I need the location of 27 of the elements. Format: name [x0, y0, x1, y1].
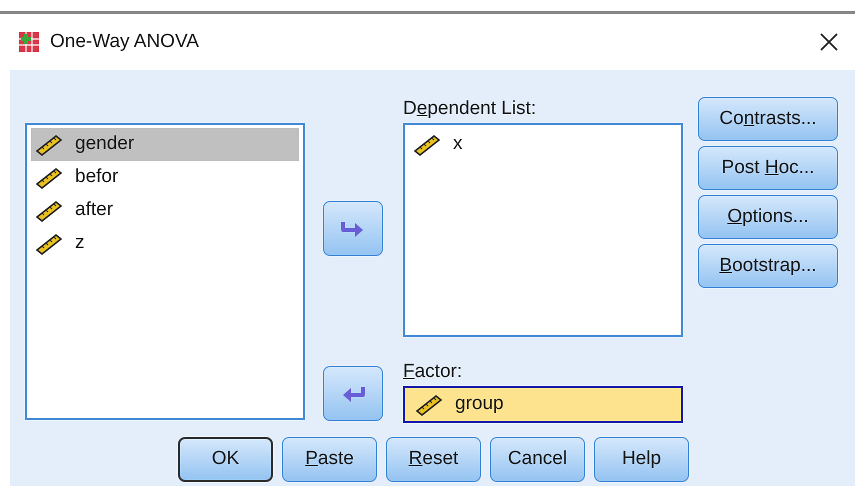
move-left-button[interactable] [323, 366, 383, 421]
dialog-button[interactable]: Help [594, 437, 689, 482]
variable-item[interactable]: befor [31, 161, 299, 194]
field-label: Factor: [403, 360, 464, 384]
variable-item[interactable]: gender [31, 128, 299, 161]
window-title: One-Way ANOVA [50, 30, 199, 54]
ruler-icon [35, 166, 63, 188]
dialog-button[interactable]: Paste [282, 437, 377, 482]
dialog-button[interactable]: Contrasts... [698, 97, 838, 141]
ruler-icon [35, 134, 63, 156]
dialog-button[interactable]: Bootstrap... [698, 244, 838, 288]
variable-item[interactable]: x [409, 128, 677, 161]
ruler-icon [35, 232, 63, 254]
variable-item[interactable]: z [31, 227, 299, 260]
move-right-button[interactable] [323, 201, 383, 256]
factor-field[interactable]: group [403, 386, 683, 423]
spreadsheet-icon [18, 31, 40, 53]
dialog-button[interactable]: OK [178, 437, 273, 482]
field-label: Dependent List: [403, 97, 538, 121]
dialog-button[interactable]: Post Hoc... [698, 146, 838, 190]
variable-item[interactable]: after [31, 194, 299, 227]
ruler-icon [413, 134, 441, 156]
dialog-button[interactable]: Options... [698, 195, 838, 239]
dialog-button[interactable]: Cancel [490, 437, 585, 482]
dialog-button[interactable]: Reset [386, 437, 481, 482]
ruler-icon [415, 394, 443, 416]
ruler-icon [35, 200, 63, 222]
